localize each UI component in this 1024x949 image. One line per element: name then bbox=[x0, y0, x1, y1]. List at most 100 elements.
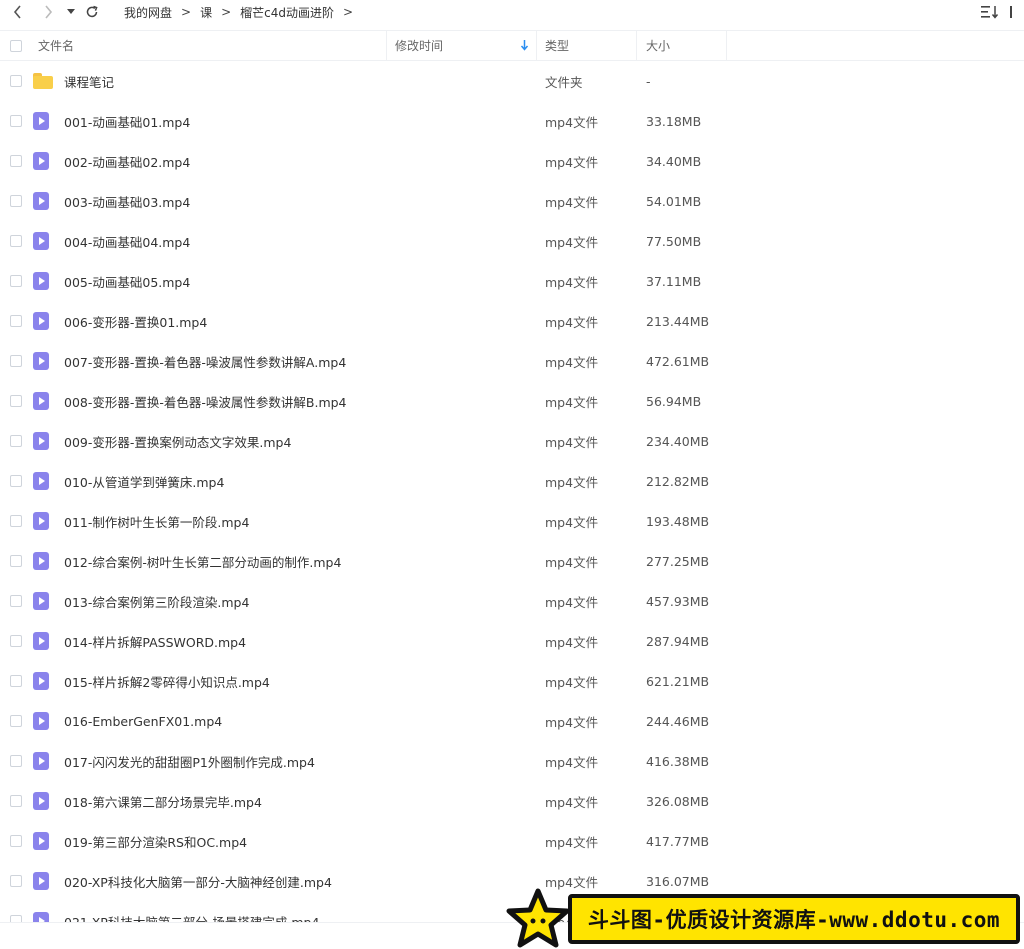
file-type: mp4文件 bbox=[545, 434, 599, 450]
file-name[interactable]: 008-变形器-置换-着色器-噪波属性参数讲解B.mp4 bbox=[64, 381, 347, 421]
column-divider[interactable] bbox=[636, 31, 637, 60]
row-checkbox[interactable] bbox=[10, 115, 22, 127]
sort-view-button[interactable] bbox=[980, 3, 1016, 21]
file-icon-cell bbox=[33, 301, 49, 341]
row-checkbox-cell bbox=[10, 701, 22, 741]
column-header-type[interactable]: 类型 bbox=[545, 31, 569, 60]
row-checkbox[interactable] bbox=[10, 755, 22, 767]
file-name[interactable]: 002-动画基础02.mp4 bbox=[64, 141, 190, 181]
file-name[interactable]: 课程笔记 bbox=[64, 61, 114, 101]
file-row[interactable]: 001-动画基础01.mp4 mp4文件 33.18MB bbox=[0, 101, 1024, 141]
row-checkbox[interactable] bbox=[10, 315, 22, 327]
row-checkbox[interactable] bbox=[10, 155, 22, 167]
row-checkbox[interactable] bbox=[10, 595, 22, 607]
file-name[interactable]: 009-变形器-置换案例动态文字效果.mp4 bbox=[64, 421, 291, 461]
file-name[interactable]: 018-第六课第二部分场景完毕.mp4 bbox=[64, 781, 262, 821]
file-type: mp4文件 bbox=[545, 154, 599, 170]
file-name[interactable]: 020-XP科技化大脑第一部分-大脑神经创建.mp4 bbox=[64, 861, 332, 901]
row-checkbox[interactable] bbox=[10, 435, 22, 447]
row-checkbox[interactable] bbox=[10, 715, 22, 727]
file-row[interactable]: 019-第三部分渲染RS和OC.mp4 mp4文件 417.77MB bbox=[0, 821, 1024, 861]
file-name[interactable]: 005-动画基础05.mp4 bbox=[64, 261, 190, 301]
file-name[interactable]: 001-动画基础01.mp4 bbox=[64, 101, 190, 141]
file-icon-cell bbox=[33, 541, 49, 581]
row-checkbox[interactable] bbox=[10, 555, 22, 567]
breadcrumb-separator: > bbox=[181, 5, 192, 19]
row-checkbox-cell bbox=[10, 261, 22, 301]
row-checkbox[interactable] bbox=[10, 195, 22, 207]
file-row[interactable]: 008-变形器-置换-着色器-噪波属性参数讲解B.mp4 mp4文件 56.94MB bbox=[0, 381, 1024, 421]
file-row[interactable]: 009-变形器-置换案例动态文字效果.mp4 mp4文件 234.40MB bbox=[0, 421, 1024, 461]
file-row[interactable]: 011-制作树叶生长第一阶段.mp4 mp4文件 193.48MB bbox=[0, 501, 1024, 541]
file-row[interactable]: 003-动画基础03.mp4 mp4文件 54.01MB bbox=[0, 181, 1024, 221]
file-name[interactable]: 019-第三部分渲染RS和OC.mp4 bbox=[64, 821, 247, 861]
file-row[interactable]: 014-样片拆解PASSWORD.mp4 mp4文件 287.94MB bbox=[0, 621, 1024, 661]
row-checkbox[interactable] bbox=[10, 835, 22, 847]
breadcrumb-item-my-drive[interactable]: 我的网盘 bbox=[124, 4, 172, 21]
file-name[interactable]: 011-制作树叶生长第一阶段.mp4 bbox=[64, 501, 249, 541]
file-row[interactable]: 002-动画基础02.mp4 mp4文件 34.40MB bbox=[0, 141, 1024, 181]
column-header-modified[interactable]: 修改时间 bbox=[395, 31, 443, 60]
row-checkbox[interactable] bbox=[10, 395, 22, 407]
video-file-icon bbox=[33, 832, 49, 850]
row-checkbox[interactable] bbox=[10, 875, 22, 887]
file-name[interactable]: 021-XP科技大脑第二部分-场景搭建完成.mp4 bbox=[64, 901, 319, 924]
file-icon-cell bbox=[33, 701, 49, 741]
column-divider[interactable] bbox=[536, 31, 537, 60]
file-size: 54.01MB bbox=[646, 193, 702, 209]
file-icon-cell bbox=[33, 461, 49, 501]
row-checkbox[interactable] bbox=[10, 355, 22, 367]
row-checkbox[interactable] bbox=[10, 675, 22, 687]
file-name[interactable]: 004-动画基础04.mp4 bbox=[64, 221, 190, 261]
file-size: 34.40MB bbox=[646, 153, 702, 169]
refresh-button[interactable] bbox=[82, 0, 102, 24]
history-dropdown-button[interactable] bbox=[64, 0, 78, 24]
file-name[interactable]: 017-闪闪发光的甜甜圈P1外圈制作完成.mp4 bbox=[64, 741, 315, 781]
column-divider[interactable] bbox=[386, 31, 387, 60]
row-checkbox[interactable] bbox=[10, 235, 22, 247]
file-row[interactable]: 015-样片拆解2零碎得小知识点.mp4 mp4文件 621.21MB bbox=[0, 661, 1024, 701]
file-row[interactable]: 016-EmberGenFX01.mp4 mp4文件 244.46MB bbox=[0, 701, 1024, 741]
row-checkbox[interactable] bbox=[10, 795, 22, 807]
file-name[interactable]: 003-动画基础03.mp4 bbox=[64, 181, 190, 221]
row-checkbox[interactable] bbox=[10, 275, 22, 287]
file-name[interactable]: 013-综合案例第三阶段渲染.mp4 bbox=[64, 581, 249, 621]
file-row[interactable]: 005-动画基础05.mp4 mp4文件 37.11MB bbox=[0, 261, 1024, 301]
row-checkbox[interactable] bbox=[10, 475, 22, 487]
file-row[interactable]: 018-第六课第二部分场景完毕.mp4 mp4文件 326.08MB bbox=[0, 781, 1024, 821]
column-header-size[interactable]: 大小 bbox=[646, 31, 670, 60]
file-name[interactable]: 012-综合案例-树叶生长第二部分动画的制作.mp4 bbox=[64, 541, 341, 581]
column-divider[interactable] bbox=[726, 31, 727, 60]
column-header-name[interactable]: 文件名 bbox=[38, 31, 74, 60]
video-file-icon bbox=[33, 512, 49, 530]
file-row[interactable]: 017-闪闪发光的甜甜圈P1外圈制作完成.mp4 mp4文件 416.38MB bbox=[0, 741, 1024, 781]
file-row[interactable]: 006-变形器-置换01.mp4 mp4文件 213.44MB bbox=[0, 301, 1024, 341]
breadcrumb-item-current-folder[interactable]: 榴芒c4d动画进阶 bbox=[240, 4, 334, 21]
forward-button[interactable] bbox=[38, 0, 58, 24]
folder-row[interactable]: 课程笔记 文件夹 - bbox=[0, 61, 1024, 101]
file-name[interactable]: 010-从管道学到弹簧床.mp4 bbox=[64, 461, 224, 501]
row-checkbox[interactable] bbox=[10, 515, 22, 527]
file-name[interactable]: 007-变形器-置换-着色器-噪波属性参数讲解A.mp4 bbox=[64, 341, 346, 381]
breadcrumb-item-course[interactable]: 课 bbox=[200, 4, 212, 21]
select-all-checkbox[interactable] bbox=[10, 39, 22, 52]
file-name[interactable]: 014-样片拆解PASSWORD.mp4 bbox=[64, 621, 246, 661]
row-checkbox[interactable] bbox=[10, 75, 22, 87]
file-type: mp4文件 bbox=[545, 634, 599, 650]
file-type: mp4文件 bbox=[545, 594, 599, 610]
file-row[interactable]: 013-综合案例第三阶段渲染.mp4 mp4文件 457.93MB bbox=[0, 581, 1024, 621]
file-row[interactable]: 012-综合案例-树叶生长第二部分动画的制作.mp4 mp4文件 277.25MB bbox=[0, 541, 1024, 581]
refresh-icon bbox=[86, 5, 98, 18]
file-name[interactable]: 006-变形器-置换01.mp4 bbox=[64, 301, 207, 341]
file-icon-cell bbox=[33, 341, 49, 381]
file-row[interactable]: 010-从管道学到弹簧床.mp4 mp4文件 212.82MB bbox=[0, 461, 1024, 501]
video-file-icon bbox=[33, 152, 49, 170]
back-button[interactable] bbox=[8, 0, 28, 24]
file-icon-cell bbox=[33, 261, 49, 301]
file-row[interactable]: 004-动画基础04.mp4 mp4文件 77.50MB bbox=[0, 221, 1024, 261]
row-checkbox[interactable] bbox=[10, 635, 22, 647]
file-row[interactable]: 007-变形器-置换-着色器-噪波属性参数讲解A.mp4 mp4文件 472.61M… bbox=[0, 341, 1024, 381]
file-name[interactable]: 015-样片拆解2零碎得小知识点.mp4 bbox=[64, 661, 270, 701]
file-size: 56.94MB bbox=[646, 393, 702, 409]
file-name[interactable]: 016-EmberGenFX01.mp4 bbox=[64, 701, 222, 741]
